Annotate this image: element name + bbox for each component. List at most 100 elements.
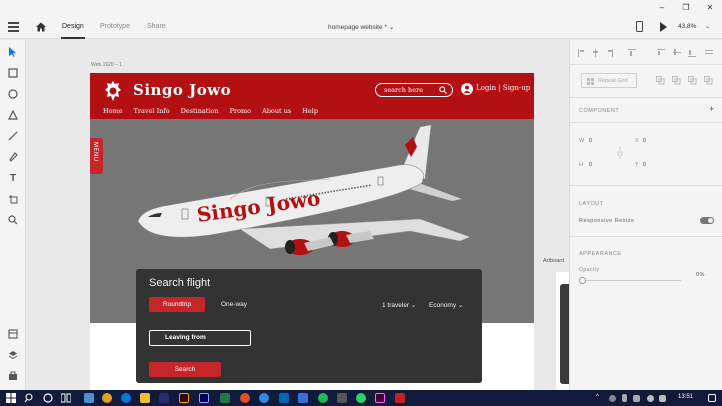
grid-icon xyxy=(587,78,594,85)
cortana-icon[interactable] xyxy=(43,393,53,403)
search-button[interactable]: Search xyxy=(149,362,221,377)
x-field[interactable]: 0 xyxy=(643,138,647,144)
document-title[interactable]: homepage website * ⌄ xyxy=(328,23,394,31)
mail-icon[interactable] xyxy=(84,393,94,403)
leaving-from-input[interactable]: Leaving from xyxy=(149,330,251,346)
app-red-icon[interactable] xyxy=(395,393,405,403)
opacity-slider-track[interactable] xyxy=(581,280,681,281)
line-tool-icon[interactable] xyxy=(7,130,19,142)
brand-name: Singo Jowo xyxy=(133,81,232,99)
menu-item-destination[interactable]: Destination xyxy=(181,107,219,115)
design-canvas[interactable]: Web 1920 – 1 Artboard Singo Jowo search … xyxy=(27,40,569,390)
file-explorer-icon[interactable] xyxy=(140,393,150,403)
plugins-icon[interactable] xyxy=(7,370,19,382)
artboard-tool-icon[interactable] xyxy=(7,193,19,205)
zoom-level[interactable]: 43,8% xyxy=(678,23,696,30)
artboard-label-2[interactable]: Artboard xyxy=(543,258,564,264)
opacity-label: Opacity xyxy=(579,267,600,273)
app-orange-icon[interactable] xyxy=(240,393,250,403)
opacity-value[interactable]: 0% xyxy=(696,272,705,278)
menu-item-help[interactable]: Help xyxy=(302,107,318,115)
device-preview-icon[interactable] xyxy=(636,21,643,32)
lock-aspect-icon[interactable] xyxy=(617,147,623,159)
artboard-label[interactable]: Web 1920 – 1 xyxy=(91,62,122,68)
align-toolbar-icons[interactable] xyxy=(578,48,718,58)
menu-item-promo[interactable]: Promo xyxy=(230,107,251,115)
wifi-icon[interactable] xyxy=(647,395,654,402)
xd-icon[interactable] xyxy=(375,393,385,403)
minimize-icon[interactable]: – xyxy=(654,2,670,14)
add-component-icon[interactable]: + xyxy=(709,104,714,114)
task-view-icon[interactable] xyxy=(61,393,71,403)
illustrator-icon[interactable] xyxy=(179,393,189,403)
app-grey-icon[interactable] xyxy=(337,393,347,403)
text-tool-icon[interactable]: T xyxy=(7,172,19,184)
browser-icon[interactable] xyxy=(259,393,269,403)
premiere-icon[interactable] xyxy=(159,393,169,403)
traveler-dropdown[interactable]: 1 traveler ⌄ xyxy=(382,301,416,309)
app-green-icon[interactable] xyxy=(220,393,230,403)
zoom-tool-icon[interactable] xyxy=(7,214,19,226)
search-icon[interactable] xyxy=(24,393,34,403)
tab-design[interactable]: Design xyxy=(62,23,84,30)
search-icon[interactable] xyxy=(439,86,447,94)
clock[interactable]: 13:51 xyxy=(678,394,693,400)
opacity-slider-knob[interactable] xyxy=(579,277,586,284)
assets-icon[interactable] xyxy=(7,328,19,340)
home-icon[interactable] xyxy=(35,21,47,33)
login-signup-link[interactable]: Login | Sign-up xyxy=(476,84,530,92)
windows-taskbar: ^ 13:51 xyxy=(0,390,722,406)
site-search-input[interactable]: search here xyxy=(375,83,453,97)
edge-icon[interactable] xyxy=(121,393,131,403)
menu-item-home[interactable]: Home xyxy=(103,107,123,115)
class-dropdown[interactable]: Economy ⌄ xyxy=(429,301,463,309)
divider xyxy=(570,122,722,123)
spotify-icon[interactable] xyxy=(318,393,328,403)
notifications-icon[interactable] xyxy=(708,394,716,402)
leaving-from-label: Leaving from xyxy=(165,334,206,341)
rectangle-tool-icon[interactable] xyxy=(7,67,19,79)
menu-item-travel-info[interactable]: Travel Info xyxy=(134,107,170,115)
menu-item-about-us[interactable]: About us xyxy=(262,107,291,115)
oneway-option[interactable]: One-way xyxy=(221,301,247,308)
after-effects-icon[interactable] xyxy=(199,393,209,403)
app-blue-icon[interactable] xyxy=(298,393,308,403)
play-icon[interactable] xyxy=(660,22,667,32)
tray-chevron-icon[interactable]: ^ xyxy=(596,394,599,400)
close-icon[interactable]: ✕ xyxy=(702,2,718,14)
triangle-tool-icon[interactable] xyxy=(7,109,19,121)
lion-crest-logo-icon xyxy=(105,81,121,101)
side-menu-tab[interactable]: MENU xyxy=(90,138,103,174)
volume-icon[interactable] xyxy=(659,395,666,402)
whatsapp-icon[interactable] xyxy=(356,393,366,403)
chrome-icon[interactable] xyxy=(102,393,112,403)
select-tool-icon[interactable] xyxy=(7,46,19,58)
artboard-2[interactable] xyxy=(556,272,569,390)
responsive-resize-toggle[interactable] xyxy=(700,217,714,224)
user-icon[interactable] xyxy=(461,83,473,95)
x-label: X xyxy=(635,138,640,144)
divider xyxy=(570,185,722,186)
tab-prototype[interactable]: Prototype xyxy=(100,23,130,30)
boolean-ops-icons[interactable] xyxy=(656,76,714,85)
vscode-icon[interactable] xyxy=(279,393,289,403)
artboard-web-1920[interactable]: Singo Jowo search here Login | Sign-up H… xyxy=(90,73,534,390)
windows-start-icon[interactable] xyxy=(6,393,16,403)
height-field[interactable]: 0 xyxy=(589,162,593,168)
menu-icon[interactable] xyxy=(8,22,19,32)
mic-icon[interactable] xyxy=(622,394,627,402)
y-field[interactable]: 0 xyxy=(643,162,647,168)
ellipse-tool-icon[interactable] xyxy=(7,88,19,100)
restore-icon[interactable]: ❐ xyxy=(678,2,694,14)
width-field[interactable]: 0 xyxy=(589,138,593,144)
roundtrip-button[interactable]: Roundtrip xyxy=(149,297,205,312)
repeat-grid-button[interactable]: Repeat Grid xyxy=(581,73,637,88)
pen-tool-icon[interactable] xyxy=(7,151,19,163)
tool-sidebar: T xyxy=(0,40,26,390)
divider xyxy=(570,97,722,98)
tab-share[interactable]: Share xyxy=(147,23,166,30)
tray-icon[interactable] xyxy=(609,395,616,402)
battery-icon[interactable] xyxy=(633,395,640,402)
layers-icon[interactable] xyxy=(7,349,19,361)
zoom-chevron-icon[interactable]: ⌄ xyxy=(705,23,710,30)
